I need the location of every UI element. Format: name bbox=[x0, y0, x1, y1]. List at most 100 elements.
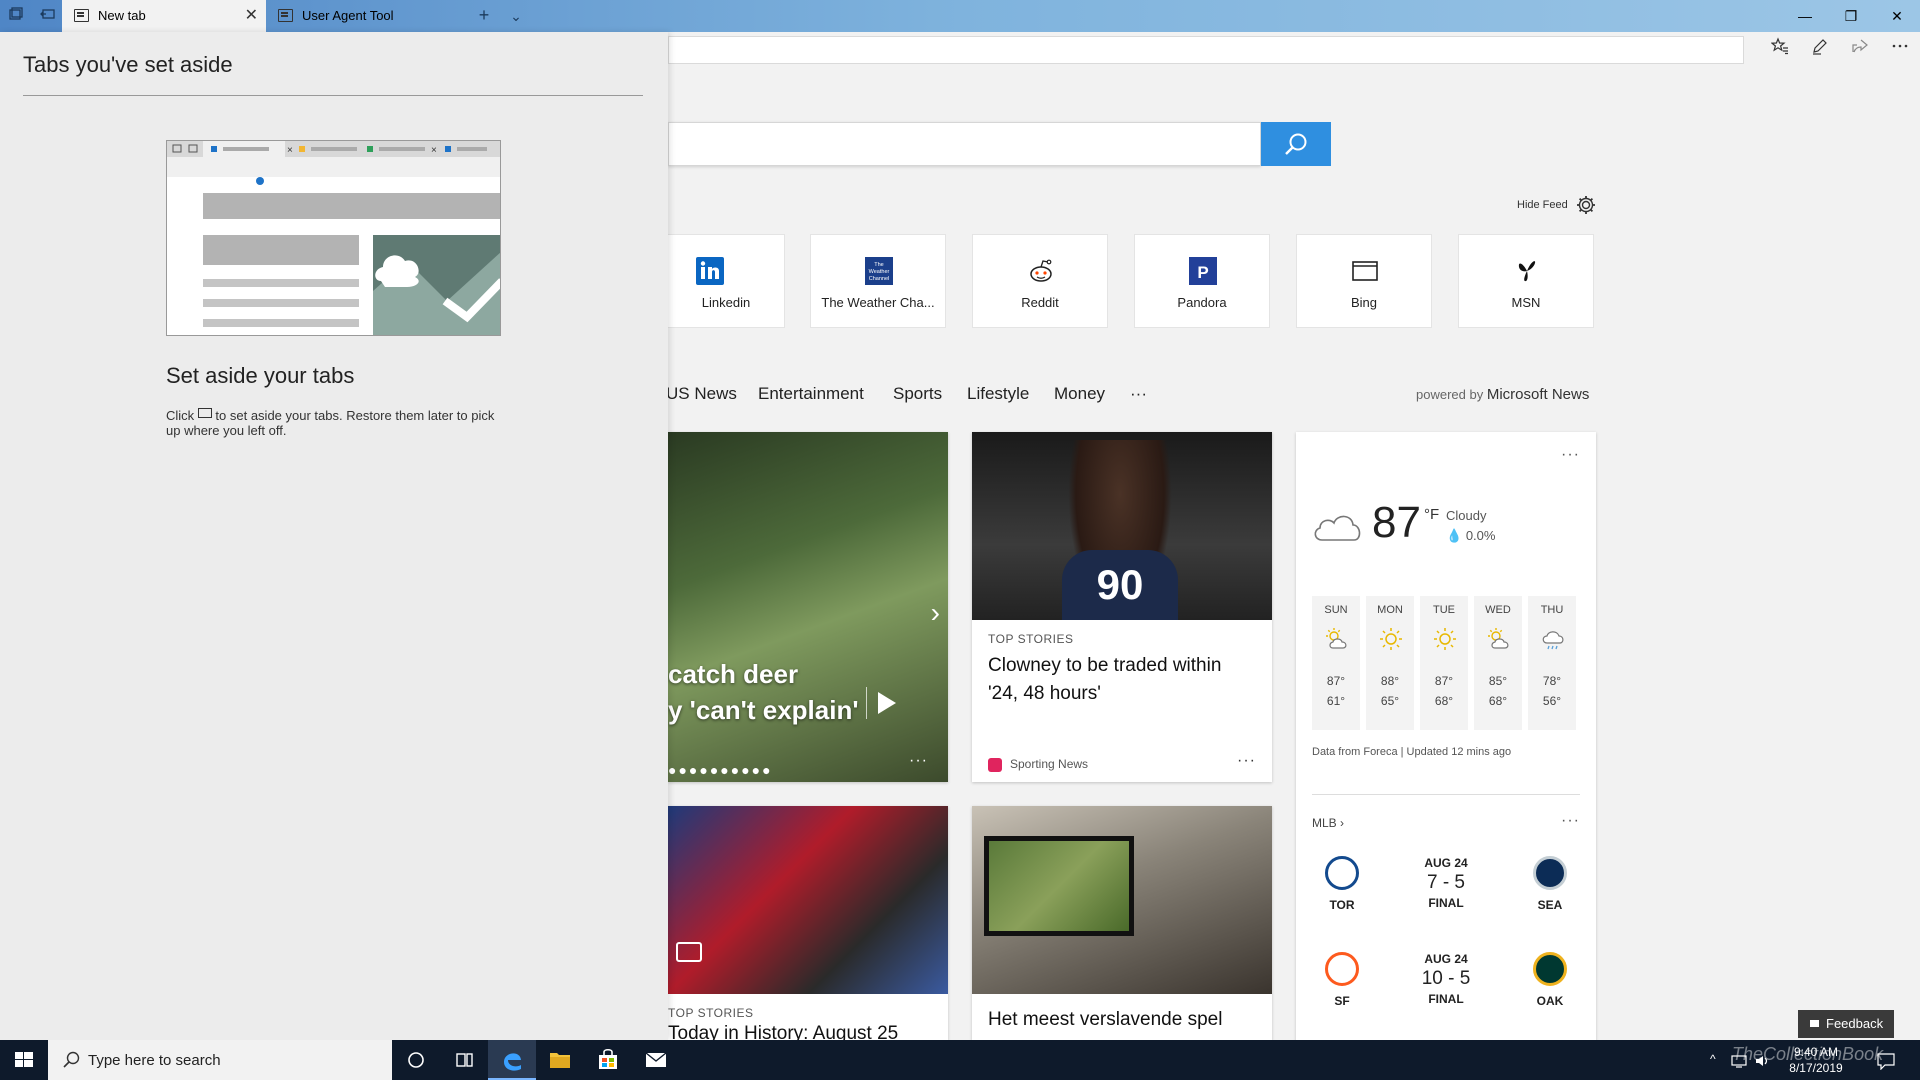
tab-user-agent-tool[interactable]: User Agent Tool bbox=[266, 0, 466, 32]
cortana-button[interactable] bbox=[392, 1040, 440, 1080]
hide-feed-link[interactable]: Hide Feed bbox=[1517, 199, 1568, 211]
carousel-dots[interactable]: ●●●●●●●●●● bbox=[668, 762, 773, 778]
show-hidden-icons[interactable]: ^ bbox=[1710, 1052, 1716, 1066]
hero-story-card[interactable]: catch deer y 'can't explain' › ●●●●●●●●●… bbox=[668, 432, 948, 782]
forecast-high: 88° bbox=[1380, 674, 1400, 688]
taskbar-mail[interactable] bbox=[632, 1040, 680, 1080]
sunny-icon bbox=[1434, 628, 1456, 650]
svg-text:Weather: Weather bbox=[869, 269, 890, 275]
sporting-news-icon bbox=[988, 758, 1002, 772]
more-icon[interactable] bbox=[1884, 36, 1916, 66]
team-abbrev: SF bbox=[1334, 994, 1350, 1008]
mlb-more-icon[interactable]: ··· bbox=[1561, 812, 1580, 830]
temperature-unit[interactable]: °F bbox=[1424, 506, 1439, 523]
taskbar-file-explorer[interactable] bbox=[536, 1040, 584, 1080]
web-search-input[interactable] bbox=[668, 122, 1261, 166]
svg-text:×: × bbox=[431, 145, 437, 156]
forecast-day[interactable]: SUN 87° 61° bbox=[1312, 596, 1360, 730]
nav-more[interactable]: ··· bbox=[1130, 384, 1147, 404]
team-home[interactable]: TOR bbox=[1312, 856, 1372, 912]
precipitation: 💧 0.0% bbox=[1446, 528, 1495, 544]
next-chevron-icon[interactable]: › bbox=[931, 597, 940, 629]
rain-icon bbox=[1542, 631, 1564, 650]
top-site-label: Linkedin bbox=[701, 295, 751, 310]
game-score[interactable]: AUG 24 10 - 5 FINAL bbox=[1396, 952, 1496, 1006]
team-away[interactable]: OAK bbox=[1520, 952, 1580, 1008]
forecast-day[interactable]: WED 85° 68° bbox=[1474, 596, 1522, 730]
share-icon[interactable] bbox=[1844, 36, 1876, 66]
story-card-history[interactable]: TOP STORIES Today in History: August 25 bbox=[668, 806, 948, 1040]
tab-title: User Agent Tool bbox=[302, 8, 394, 23]
task-view-button[interactable] bbox=[440, 1040, 488, 1080]
top-site-reddit[interactable]: Reddit bbox=[972, 234, 1108, 328]
search-icon bbox=[63, 1051, 80, 1068]
address-bar[interactable] bbox=[668, 36, 1744, 64]
set-aside-inline-icon bbox=[197, 408, 212, 418]
set-aside-text-before: Click bbox=[166, 408, 195, 423]
giants-logo-icon bbox=[1325, 952, 1359, 986]
bing-icon bbox=[1352, 261, 1378, 281]
close-tab-icon[interactable]: ✕ bbox=[245, 0, 258, 32]
game-status: FINAL bbox=[1428, 992, 1464, 1006]
story-card-game[interactable]: Het meest verslavende spel bbox=[972, 806, 1272, 1040]
mlb-link[interactable]: MLB › bbox=[1312, 816, 1344, 830]
search-button[interactable] bbox=[1261, 122, 1331, 166]
mlb-label: MLB bbox=[1312, 816, 1337, 830]
weather-more-icon[interactable]: ··· bbox=[1561, 446, 1580, 464]
story-more-icon[interactable]: ··· bbox=[1237, 752, 1256, 770]
story-source-label: Sporting News bbox=[1010, 757, 1089, 772]
top-site-pandora[interactable]: P Pandora bbox=[1134, 234, 1270, 328]
title-bar: New tab ✕ User Agent Tool + ⌄ — ❐ ✕ bbox=[0, 0, 1920, 32]
forecast-day[interactable]: TUE 87° 68° bbox=[1420, 596, 1468, 730]
tab-new-tab[interactable]: New tab ✕ bbox=[62, 0, 266, 32]
top-site-weather-channel[interactable]: The Weather Channel The Weather Cha... bbox=[810, 234, 946, 328]
forecast-day[interactable]: THU 78° 56° bbox=[1528, 596, 1576, 730]
start-button[interactable] bbox=[0, 1040, 48, 1080]
weather-data-source[interactable]: Data from Foreca | Updated 12 mins ago bbox=[1312, 746, 1511, 758]
pandora-icon: P bbox=[1189, 257, 1217, 285]
set-aside-tabs-icon[interactable] bbox=[38, 6, 58, 26]
camera-icon bbox=[676, 942, 702, 962]
story-image: 90 bbox=[972, 432, 1272, 620]
team-away[interactable]: SEA bbox=[1520, 856, 1580, 912]
restore-button[interactable]: ❐ bbox=[1828, 0, 1874, 32]
play-icon[interactable] bbox=[878, 692, 896, 714]
forecast-low: 56° bbox=[1542, 694, 1562, 708]
game-score[interactable]: AUG 24 7 - 5 FINAL bbox=[1396, 856, 1496, 910]
taskbar-store[interactable] bbox=[584, 1040, 632, 1080]
nav-money[interactable]: Money bbox=[1054, 384, 1105, 404]
minimize-button[interactable]: — bbox=[1782, 0, 1828, 32]
top-site-msn[interactable]: MSN bbox=[1458, 234, 1594, 328]
powered-by-prefix: powered by bbox=[1416, 387, 1484, 402]
mail-icon bbox=[645, 1052, 667, 1067]
top-site-bing[interactable]: Bing bbox=[1296, 234, 1432, 328]
taskbar-search-box[interactable]: Type here to search bbox=[48, 1040, 392, 1080]
new-tab-icon[interactable]: + bbox=[474, 5, 494, 25]
folder-icon bbox=[550, 1053, 570, 1068]
hero-more-icon[interactable]: ··· bbox=[909, 752, 928, 770]
monitor-image bbox=[984, 836, 1134, 936]
gear-icon[interactable] bbox=[1575, 194, 1597, 216]
forecast-day[interactable]: MON 88° 65° bbox=[1366, 596, 1414, 730]
top-site-linkedin[interactable]: Linkedin bbox=[667, 234, 785, 328]
weather-card[interactable]: ··· 87 °F Cloudy 💧 0.0% SUN 87° 61° MON … bbox=[1296, 432, 1596, 1052]
favorites-icon[interactable] bbox=[1764, 36, 1796, 66]
forecast-high: 87° bbox=[1326, 674, 1346, 688]
tab-preview-chevron-icon[interactable]: ⌄ bbox=[506, 6, 526, 26]
forecast-day-name: SUN bbox=[1324, 604, 1348, 616]
top-site-label: Pandora bbox=[1177, 295, 1227, 310]
story-card-clowney[interactable]: 90 TOP STORIES Clowney to be traded with… bbox=[972, 432, 1272, 782]
feedback-button[interactable]: Feedback bbox=[1798, 1010, 1894, 1038]
powered-by-brand[interactable]: Microsoft News bbox=[1487, 386, 1590, 403]
nav-sports[interactable]: Sports bbox=[893, 384, 942, 404]
team-home[interactable]: SF bbox=[1312, 952, 1372, 1008]
pen-icon[interactable] bbox=[1804, 36, 1836, 66]
forecast-low: 68° bbox=[1488, 694, 1508, 708]
tabs-aside-icon[interactable] bbox=[6, 6, 26, 26]
nav-lifestyle[interactable]: Lifestyle bbox=[967, 384, 1029, 404]
taskbar-edge[interactable] bbox=[488, 1040, 536, 1080]
close-window-button[interactable]: ✕ bbox=[1874, 0, 1920, 32]
top-site-label: MSN bbox=[1511, 295, 1541, 310]
nav-entertainment[interactable]: Entertainment bbox=[758, 384, 864, 404]
nav-us-news[interactable]: US News bbox=[666, 384, 737, 404]
